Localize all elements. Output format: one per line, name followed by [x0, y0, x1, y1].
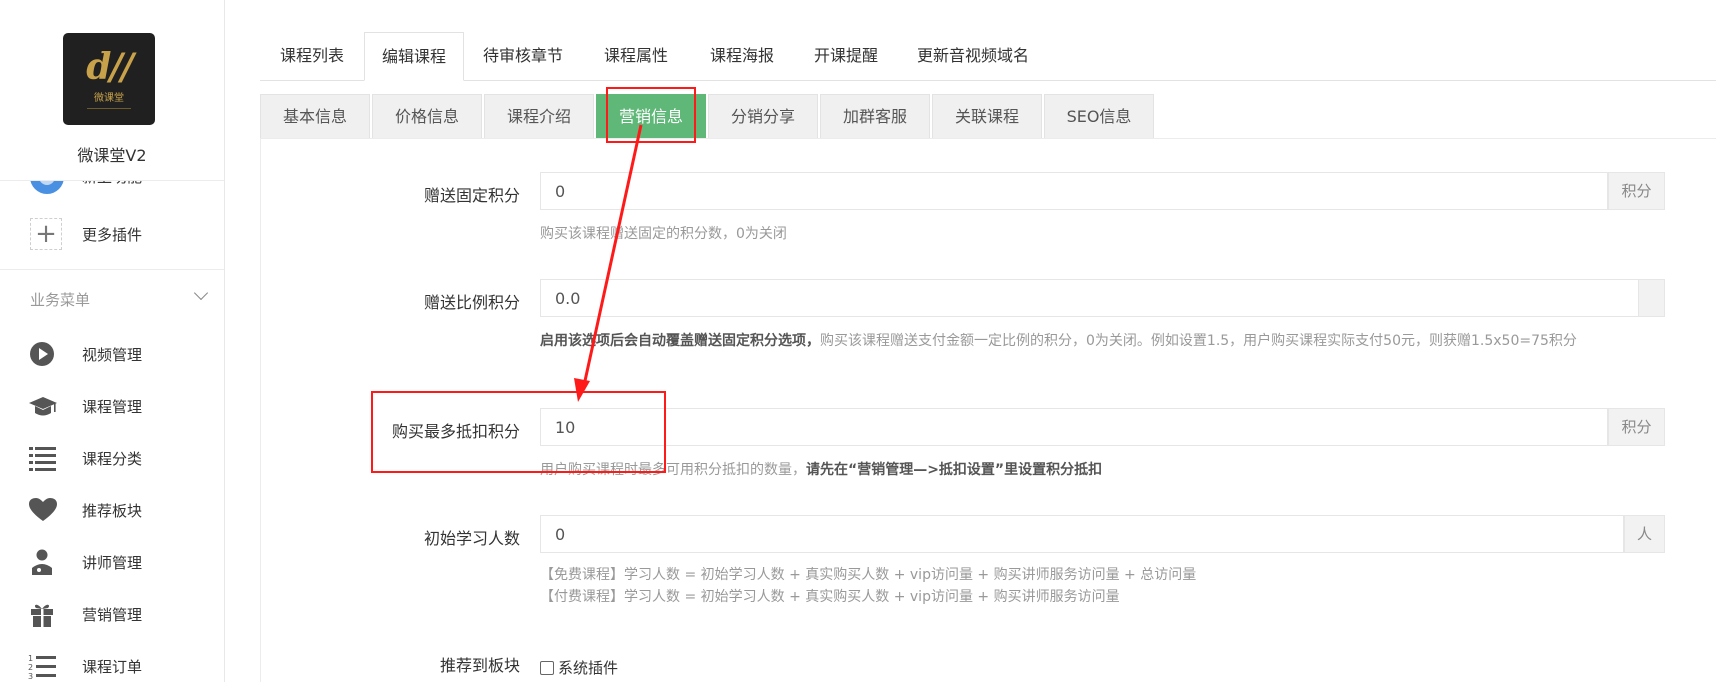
logo-line [87, 108, 131, 109]
logo-mark-icon: d// [86, 46, 133, 88]
annotation-arrow [574, 124, 643, 402]
logo-text: 微课堂 [94, 93, 124, 104]
annotation-arrow-line [581, 124, 643, 391]
logo: d// 微课堂 [63, 33, 155, 125]
brand: d// 微课堂 微课堂V2 [0, 0, 224, 181]
brand-name: 微课堂V2 [77, 146, 147, 165]
annotation-arrow-head [574, 378, 590, 402]
